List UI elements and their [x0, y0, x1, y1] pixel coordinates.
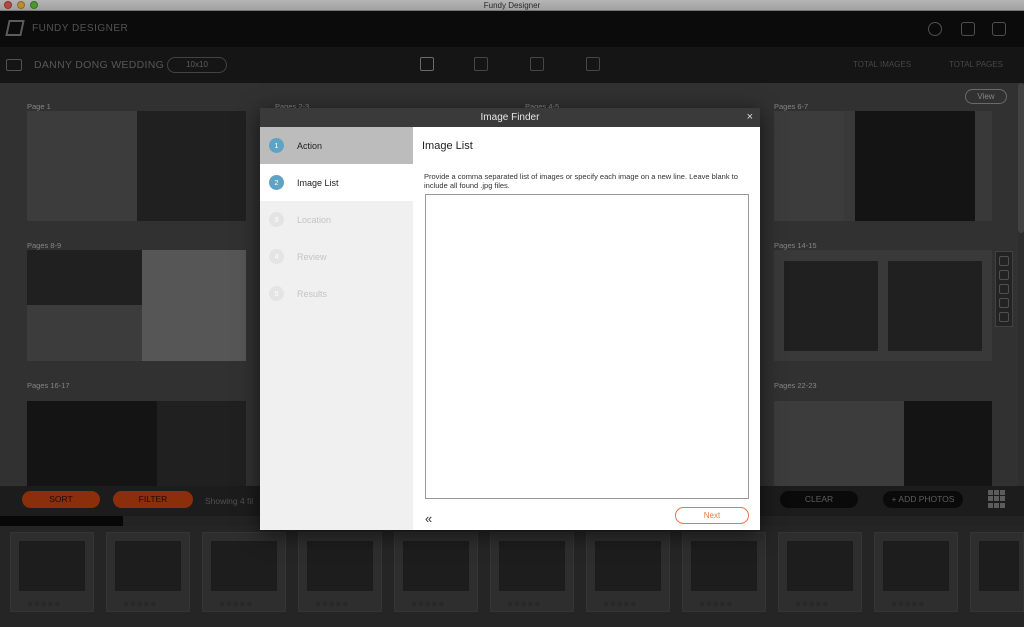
- step-location: 3 Location: [260, 201, 413, 238]
- step-results: 5 Results: [260, 275, 413, 312]
- step-number: 5: [269, 286, 284, 301]
- wizard-content: Image List Provide a comma separated lis…: [413, 127, 760, 530]
- image-finder-dialog: Image Finder × 1 Action 2 Image List 3 L…: [260, 108, 760, 530]
- step-image-list[interactable]: 2 Image List: [260, 164, 413, 201]
- step-label: Review: [297, 251, 327, 262]
- step-label: Location: [297, 214, 332, 225]
- step-action[interactable]: 1 Action: [260, 127, 413, 164]
- step-number: 3: [269, 212, 284, 227]
- back-chevron-icon[interactable]: «: [425, 511, 432, 526]
- step-review: 4 Review: [260, 238, 413, 275]
- dialog-title: Image Finder: [480, 112, 540, 123]
- instructions-text: Provide a comma separated list of images…: [424, 172, 738, 190]
- wizard-steps: 1 Action 2 Image List 3 Location 4 Revie…: [260, 127, 413, 530]
- step-number: 4: [269, 249, 284, 264]
- step-label: Image List: [297, 177, 339, 188]
- next-button[interactable]: Next: [675, 507, 749, 524]
- step-number: 2: [269, 175, 284, 190]
- content-heading: Image List: [422, 140, 473, 152]
- dialog-header: Image Finder ×: [260, 108, 760, 127]
- step-label: Results: [297, 288, 328, 299]
- close-icon[interactable]: ×: [747, 108, 753, 127]
- step-label: Action: [297, 140, 323, 151]
- step-number: 1: [269, 138, 284, 153]
- image-list-textarea[interactable]: [425, 194, 749, 499]
